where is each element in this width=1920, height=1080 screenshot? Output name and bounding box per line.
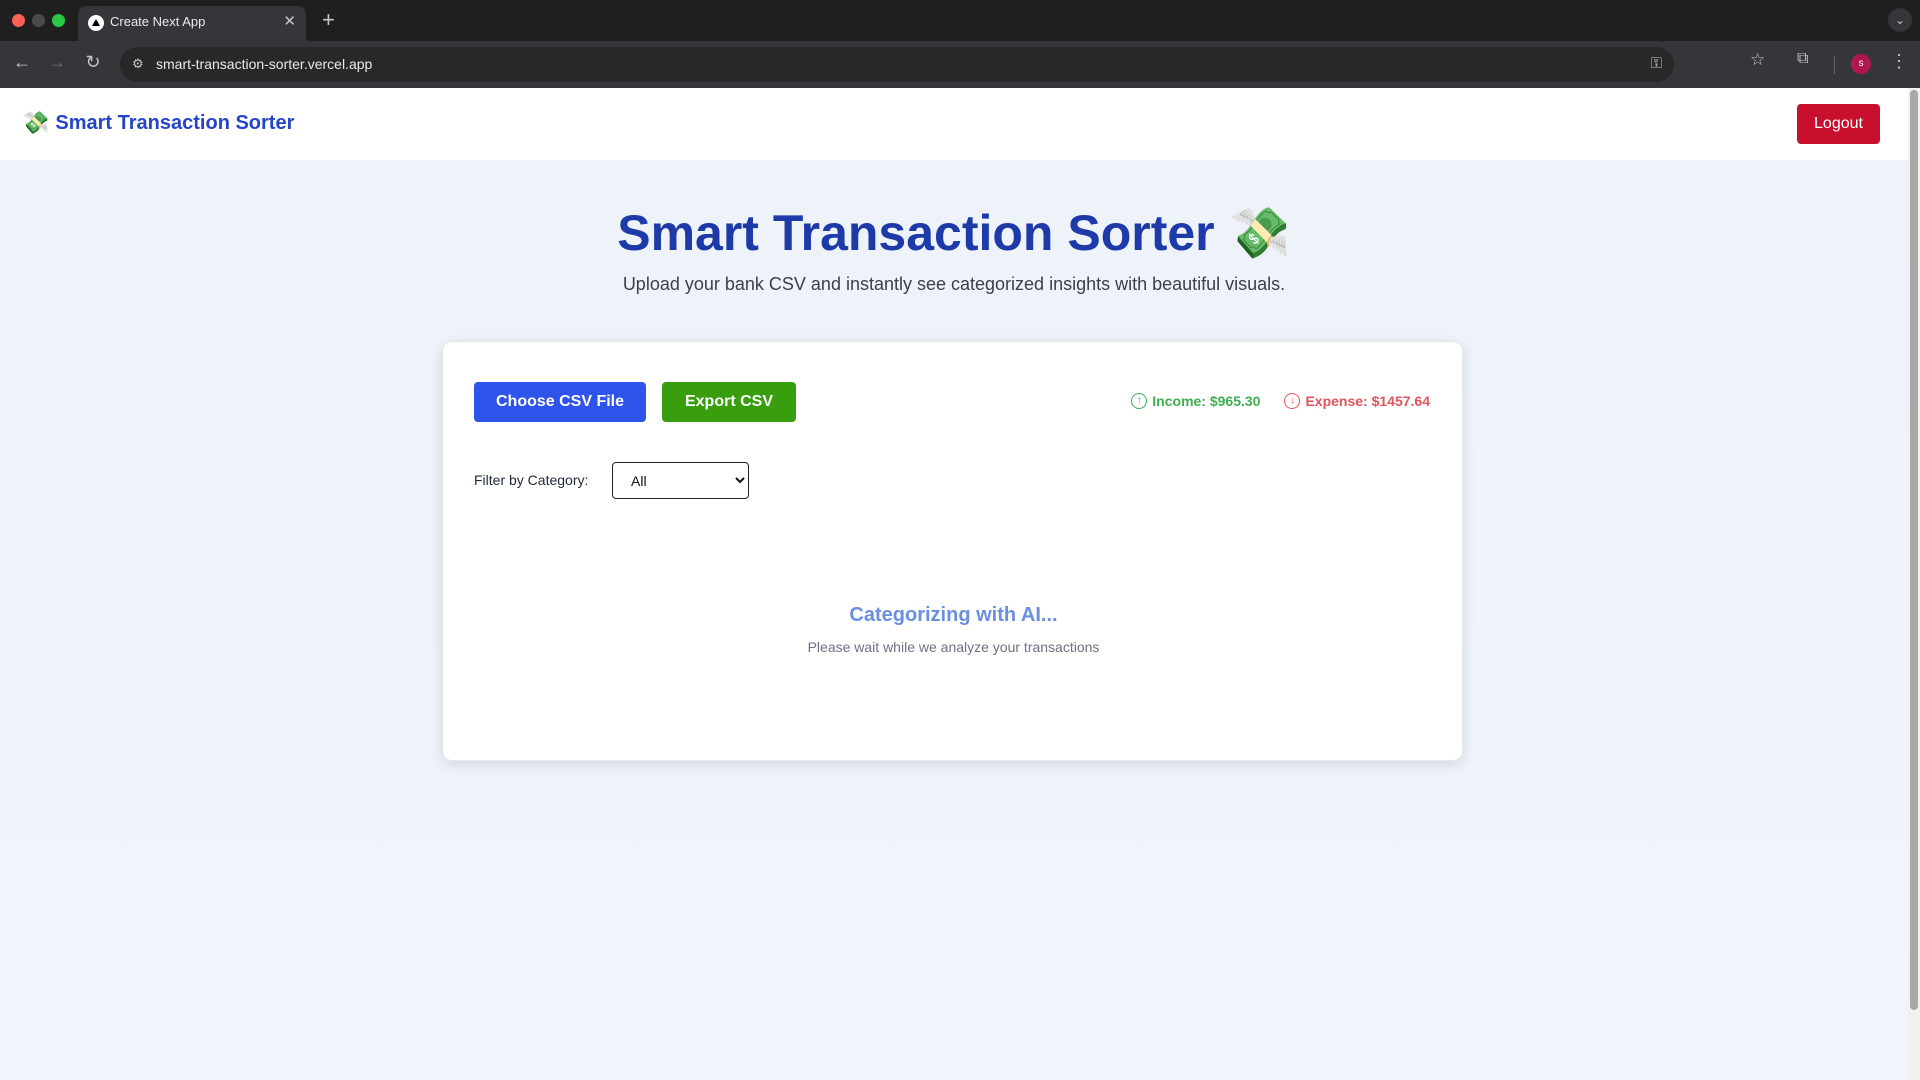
minimize-window-button[interactable] — [32, 14, 45, 27]
tab-list-chevron-icon[interactable]: ⌄ — [1888, 8, 1912, 32]
browser-toolbar: ← → ↻ ⚙ smart-transaction-sorter.vercel.… — [0, 41, 1920, 88]
app-navbar: 💸 Smart Transaction Sorter Logout — [0, 88, 1908, 160]
arrow-down-circle-icon: ↓ — [1284, 393, 1301, 409]
reload-icon[interactable]: ↻ — [81, 52, 105, 73]
page-subtitle: Upload your bank CSV and instantly see c… — [622, 274, 1286, 294]
choose-csv-button[interactable]: Choose CSV File — [474, 382, 646, 422]
site-info-icon[interactable]: ⚙ — [132, 56, 144, 72]
category-filter-select[interactable]: All — [612, 462, 749, 499]
income-label: Income: $965.30 — [1152, 393, 1261, 409]
loading-subtitle: Please wait while we analyze your transa… — [807, 639, 1100, 655]
upload-card: Choose CSV File Export CSV ↑ Income: $96… — [442, 341, 1463, 761]
page-title: Smart Transaction Sorter 💸 — [617, 205, 1291, 261]
arrow-up-circle-icon: ↑ — [1131, 393, 1148, 409]
filter-label: Filter by Category: — [474, 472, 589, 488]
tab-title: Create Next App — [110, 14, 206, 29]
toolbar-divider — [1834, 56, 1835, 74]
browser-tabbar: Create Next App ✕ + ⌄ — [0, 0, 1920, 41]
tab-close-icon[interactable]: ✕ — [283, 12, 296, 30]
url-text[interactable]: smart-transaction-sorter.vercel.app — [156, 56, 372, 72]
forward-arrow-icon[interactable]: → — [45, 52, 69, 73]
bookmark-star-icon[interactable]: ☆ — [1750, 50, 1765, 70]
expense-label: Expense: $1457.64 — [1305, 393, 1430, 409]
page-scrollbar[interactable] — [1908, 88, 1920, 1080]
loading-title: Categorizing with AI... — [849, 604, 1058, 626]
back-arrow-icon[interactable]: ← — [10, 52, 34, 73]
address-bar[interactable]: ⚙ smart-transaction-sorter.vercel.app ⚿ — [120, 47, 1674, 82]
brand[interactable]: 💸 Smart Transaction Sorter — [22, 110, 294, 136]
maximize-window-button[interactable] — [52, 14, 65, 27]
income-total: ↑ Income: $965.30 — [1131, 393, 1260, 409]
logout-button[interactable]: Logout — [1797, 104, 1880, 144]
profile-avatar[interactable]: s — [1851, 54, 1871, 74]
money-with-wings-icon: 💸 — [22, 110, 50, 135]
brand-name: Smart Transaction Sorter — [55, 111, 295, 134]
close-window-button[interactable] — [12, 14, 25, 27]
page-viewport: 💸 Smart Transaction Sorter Logout Smart … — [0, 88, 1908, 1080]
scrollbar-thumb[interactable] — [1910, 90, 1918, 1010]
extensions-puzzle-icon[interactable]: ⧉ — [1797, 50, 1808, 68]
password-key-icon[interactable]: ⚿ — [1651, 55, 1662, 72]
export-csv-button[interactable]: Export CSV — [662, 382, 796, 422]
more-menu-icon[interactable]: ⋮ — [1890, 51, 1908, 72]
new-tab-icon[interactable]: + — [322, 7, 335, 33]
vercel-favicon-icon — [88, 15, 104, 31]
expense-total: ↓ Expense: $1457.64 — [1284, 393, 1430, 409]
browser-tab[interactable]: Create Next App ✕ — [78, 6, 306, 41]
totals-summary: ↑ Income: $965.30 ↓ Expense: $1457.64 — [1131, 393, 1430, 409]
